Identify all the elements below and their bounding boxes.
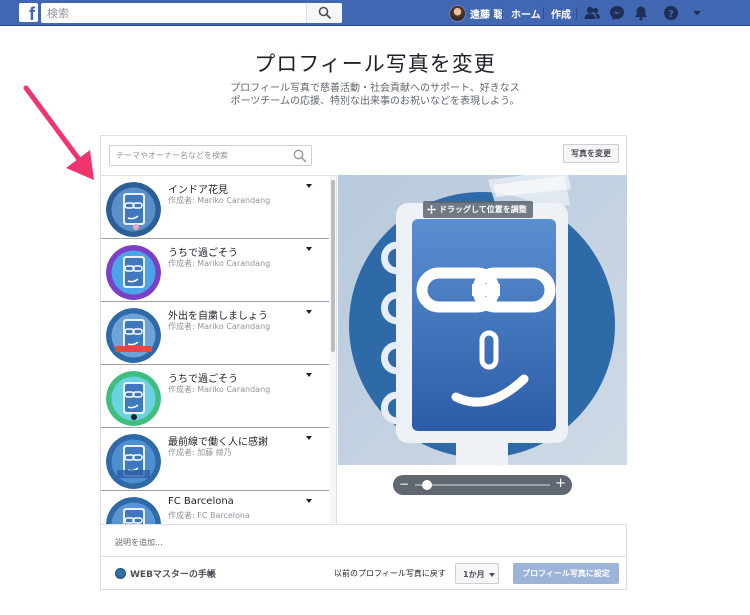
scrollbar-thumb[interactable] [331,180,335,352]
messenger-icon[interactable] [608,4,626,22]
revert-period-select[interactable]: 1か月 [455,563,499,584]
frame-name: うちで過ごそう [168,374,238,385]
help-icon[interactable]: ? [662,4,680,22]
zoom-track[interactable] [415,484,550,486]
frame-author: 作成者: Mariko Carandang [168,259,271,268]
profile-frame-dialog: 写真を変更 インドア花見作成者: Mariko Carandangうちで過ごそう… [100,135,627,590]
search-button[interactable] [306,3,342,23]
chevron-down-icon [489,573,495,577]
search-icon[interactable] [293,149,307,163]
frame-thumbnail [106,182,161,237]
annotation-arrow-icon [23,85,94,180]
zoom-handle[interactable] [422,480,433,490]
frame-name: インドア花見 [168,185,228,196]
top-navigation-bar: f 遠藤 聡 ホーム 作成 ? [0,0,750,26]
frame-author: 作成者: Mariko Carandang [168,196,271,205]
drag-hint-label: ドラッグして位置を調整 [439,205,527,214]
change-photo-button[interactable]: 写真を変更 [563,144,619,163]
frame-name: 外出を自粛しましょう [168,311,268,322]
photo-preview[interactable]: ドラッグして位置を調整 [338,175,627,465]
frame-author: 作成者: Mariko Carandang [168,322,271,331]
frame-thumbnail [106,434,161,489]
page-description: プロフィール写真で慈善活動・社会貢献へのサポート、好きなスポーツチームの応援、特… [230,83,520,107]
global-search-input[interactable] [41,3,309,23]
facebook-logo[interactable]: f [19,3,38,22]
frame-search [109,145,312,166]
nav-divider [543,7,544,19]
friends-icon[interactable] [583,4,601,22]
frame-name: うちで過ごそう [168,248,238,259]
notifications-icon[interactable] [632,4,650,22]
frame-list-item[interactable]: 外出を自粛しましょう 作成者: Mariko Carandang [101,302,329,365]
zoom-slider[interactable]: − + [393,475,572,495]
page-title: プロフィール写真を変更 [254,52,496,76]
zoom-area: − + [338,465,627,524]
chevron-down-icon[interactable] [208,572,214,576]
nav-divider [576,7,577,19]
chevron-down-icon[interactable] [306,499,312,503]
move-icon [427,205,436,214]
frame-list-item[interactable]: うちで過ごそう 作成者: Mariko Carandang [101,365,329,428]
frame-list-item[interactable]: FC Barcelona 作成者: FC Barcelona [101,491,329,524]
account-menu-icon[interactable] [688,4,706,22]
frame-list-item[interactable]: うちで過ごそう 作成者: Mariko Carandang [101,239,329,302]
frame-name: 最前線で働く人に感謝 [168,437,268,448]
page-avatar-icon [115,568,126,579]
frame-thumbnail [106,371,161,426]
frame-author: 作成者: FC Barcelona [168,511,250,520]
nav-profile-link[interactable]: 遠藤 聡 [449,3,503,23]
frame-author: 作成者: Mariko Carandang [168,385,271,394]
chevron-down-icon[interactable] [306,184,312,188]
chevron-down-icon[interactable] [306,310,312,314]
chevron-down-icon[interactable] [306,247,312,251]
page-selector-label[interactable]: WEBマスターの手帳 [130,567,216,580]
revert-period-value: 1か月 [463,570,485,579]
add-description-field[interactable]: 説明を追加... [101,524,626,556]
chevron-down-icon[interactable] [306,436,312,440]
frame-thumbnail [106,308,161,363]
profile-photo-image [338,175,627,465]
nav-create-link[interactable]: 作成 [551,6,571,21]
avatar [449,4,466,22]
drag-to-reposition-hint: ドラッグして位置を調整 [423,201,533,218]
frame-name: FC Barcelona [168,496,234,507]
global-search [41,3,342,23]
chevron-down-icon[interactable] [306,373,312,377]
frame-search-input[interactable] [110,146,290,165]
zoom-out-icon[interactable]: − [399,477,409,491]
frame-thumbnail [106,497,161,524]
dialog-footer: WEBマスターの手帳 以前のプロフィール写真に戻す 1か月 プロフィール写真に設… [101,556,626,590]
svg-text:?: ? [668,9,674,20]
zoom-in-icon[interactable]: + [555,476,566,491]
frame-list-item[interactable]: 最前線で働く人に感謝 作成者: 加藤 綾乃 [101,428,329,491]
revert-label: 以前のプロフィール写真に戻す [334,569,446,578]
frame-list: インドア花見 作成者: Mariko Carandang うちで過ごそう 作成者: M… [101,175,337,524]
frame-thumbnail [106,245,161,300]
set-profile-photo-button[interactable]: プロフィール写真に設定 [513,563,619,584]
user-name: 遠藤 聡 [470,9,504,21]
frame-list-item[interactable]: インドア花見 作成者: Mariko Carandang [101,176,329,239]
nav-divider [502,7,503,19]
nav-home-link[interactable]: ホーム [511,6,541,21]
frame-author: 作成者: 加藤 綾乃 [168,448,232,457]
search-icon [318,6,332,20]
